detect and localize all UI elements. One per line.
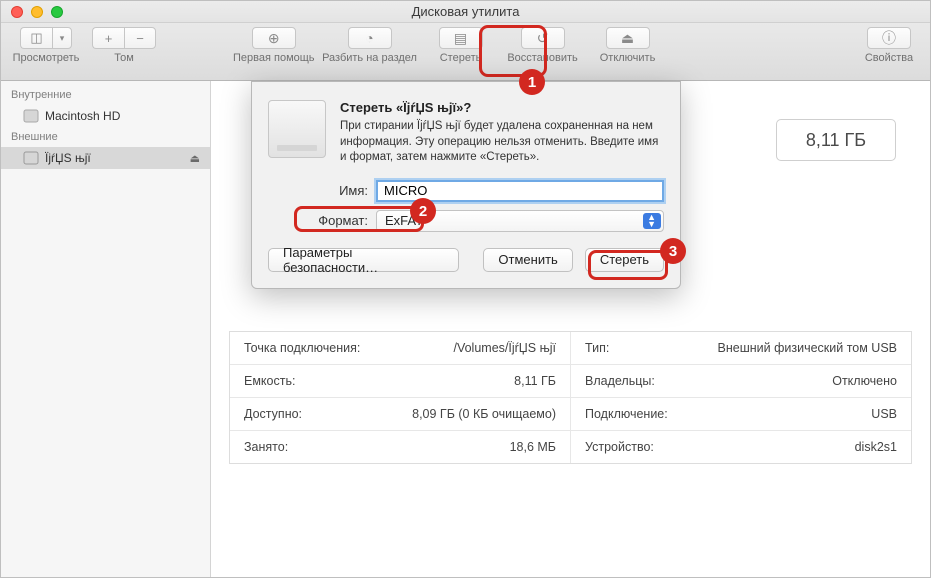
volume-button[interactable]: + −: [92, 27, 156, 49]
info-icon: ⓘ: [882, 28, 896, 48]
view-label: Просмотреть: [13, 52, 80, 64]
toolbar: ◫ ▾ Просмотреть + − Том ⊕ Первая помощь …: [1, 23, 930, 81]
det-val: 8,11 ГБ: [514, 374, 556, 388]
sidebar-item-label: ÏjŕЏЅ њjї: [45, 151, 91, 165]
det-val: 18,6 МБ: [510, 440, 556, 454]
det-val: /Volumes/ÏjŕЏЅ њjї: [453, 341, 556, 355]
cancel-button[interactable]: Отменить: [483, 248, 572, 272]
det-label: Тип:: [585, 341, 609, 355]
sheet-title: Стереть «ÏjŕЏЅ њjї»?: [340, 100, 664, 115]
unmount-button[interactable]: ⏏: [606, 27, 650, 49]
security-options-label: Параметры безопасности…: [283, 245, 444, 275]
format-label: Формат:: [268, 213, 368, 228]
sidebar: Внутренние Macintosh HD Внешние ÏjŕЏЅ њj…: [1, 81, 211, 577]
partition-button[interactable]: ◔: [348, 27, 392, 49]
annotation-callout-1: 1: [519, 69, 545, 95]
info-label: Свойства: [865, 52, 913, 64]
erase-label: Стереть: [440, 52, 482, 64]
table-row: Точка подключения: /Volumes/ÏjŕЏЅ њjї Тип…: [230, 332, 911, 365]
det-val: 8,09 ГБ (0 КБ очищаемо): [412, 407, 556, 421]
firstaid-label: Первая помощь: [233, 52, 315, 64]
eject-icon[interactable]: ⏏: [190, 152, 200, 165]
det-val: USB: [871, 407, 897, 421]
volume-label: Том: [114, 52, 134, 64]
info-button[interactable]: ⓘ: [867, 27, 911, 49]
annotation-callout-3: 3: [660, 238, 686, 264]
det-label: Емкость:: [244, 374, 295, 388]
sidebar-item-external-volume[interactable]: ÏjŕЏЅ њjї ⏏: [1, 147, 210, 169]
det-label: Точка подключения:: [244, 341, 360, 355]
minus-volume-icon: −: [136, 31, 144, 46]
window-title: Дисковая утилита: [1, 4, 930, 19]
det-val: disk2s1: [855, 440, 897, 454]
security-options-button[interactable]: Параметры безопасности…: [268, 248, 459, 272]
det-label: Занято:: [244, 440, 288, 454]
annotation-callout-2: 2: [410, 198, 436, 224]
internal-disk-icon: [23, 108, 39, 124]
capacity-badge: 8,11 ГБ: [776, 119, 896, 161]
sidebar-item-label: Macintosh HD: [45, 109, 120, 123]
name-label: Имя:: [268, 183, 368, 198]
chevron-down-icon: ▾: [60, 33, 65, 44]
erase-sheet: Стереть «ÏjŕЏЅ њjї»? При стирании ÏjŕЏЅ …: [251, 81, 681, 289]
sidebar-header-external: Внешние: [1, 127, 210, 147]
titlebar: Дисковая утилита: [1, 1, 930, 23]
confirm-erase-button[interactable]: Стереть: [585, 248, 664, 272]
main-panel: 8,11 ГБ Стереть «ÏjŕЏЅ њjї»? При стирани…: [211, 81, 930, 577]
disk-large-icon: [268, 100, 326, 158]
table-row: Емкость: 8,11 ГБ Владельцы: Отключено: [230, 365, 911, 398]
det-label: Доступно:: [244, 407, 302, 421]
unmount-label: Отключить: [600, 52, 656, 64]
erase-icon: ▤: [454, 30, 467, 47]
cancel-label: Отменить: [498, 252, 557, 267]
unmount-icon: ⏏: [621, 30, 634, 47]
sidebar-icon: ◫: [30, 30, 42, 46]
firstaid-icon: ⊕: [268, 30, 280, 47]
sidebar-item-macintosh-hd[interactable]: Macintosh HD: [1, 105, 210, 127]
erase-button[interactable]: ▤: [439, 27, 483, 49]
det-label: Устройство:: [585, 440, 654, 454]
table-row: Занято: 18,6 МБ Устройство: disk2s1: [230, 431, 911, 463]
select-arrows-icon: ▲▼: [647, 214, 656, 228]
external-disk-icon: [23, 150, 39, 166]
volume-details-table: Точка подключения: /Volumes/ÏjŕЏЅ њjї Тип…: [229, 331, 912, 464]
det-val: Внешний физический том USB: [718, 341, 897, 355]
sheet-text: При стирании ÏjŕЏЅ њjї будет удалена сох…: [340, 119, 664, 166]
det-label: Владельцы:: [585, 374, 655, 388]
table-row: Доступно: 8,09 ГБ (0 КБ очищаемо) Подключ…: [230, 398, 911, 431]
sidebar-header-internal: Внутренние: [1, 85, 210, 105]
confirm-erase-label: Стереть: [600, 252, 649, 267]
det-label: Подключение:: [585, 407, 668, 421]
plus-volume-icon: +: [105, 31, 113, 46]
partition-icon: ◔: [365, 30, 373, 46]
firstaid-button[interactable]: ⊕: [252, 27, 296, 49]
det-val: Отключено: [832, 374, 897, 388]
partition-label: Разбить на раздел: [322, 52, 417, 64]
view-button[interactable]: ◫ ▾: [20, 27, 72, 49]
